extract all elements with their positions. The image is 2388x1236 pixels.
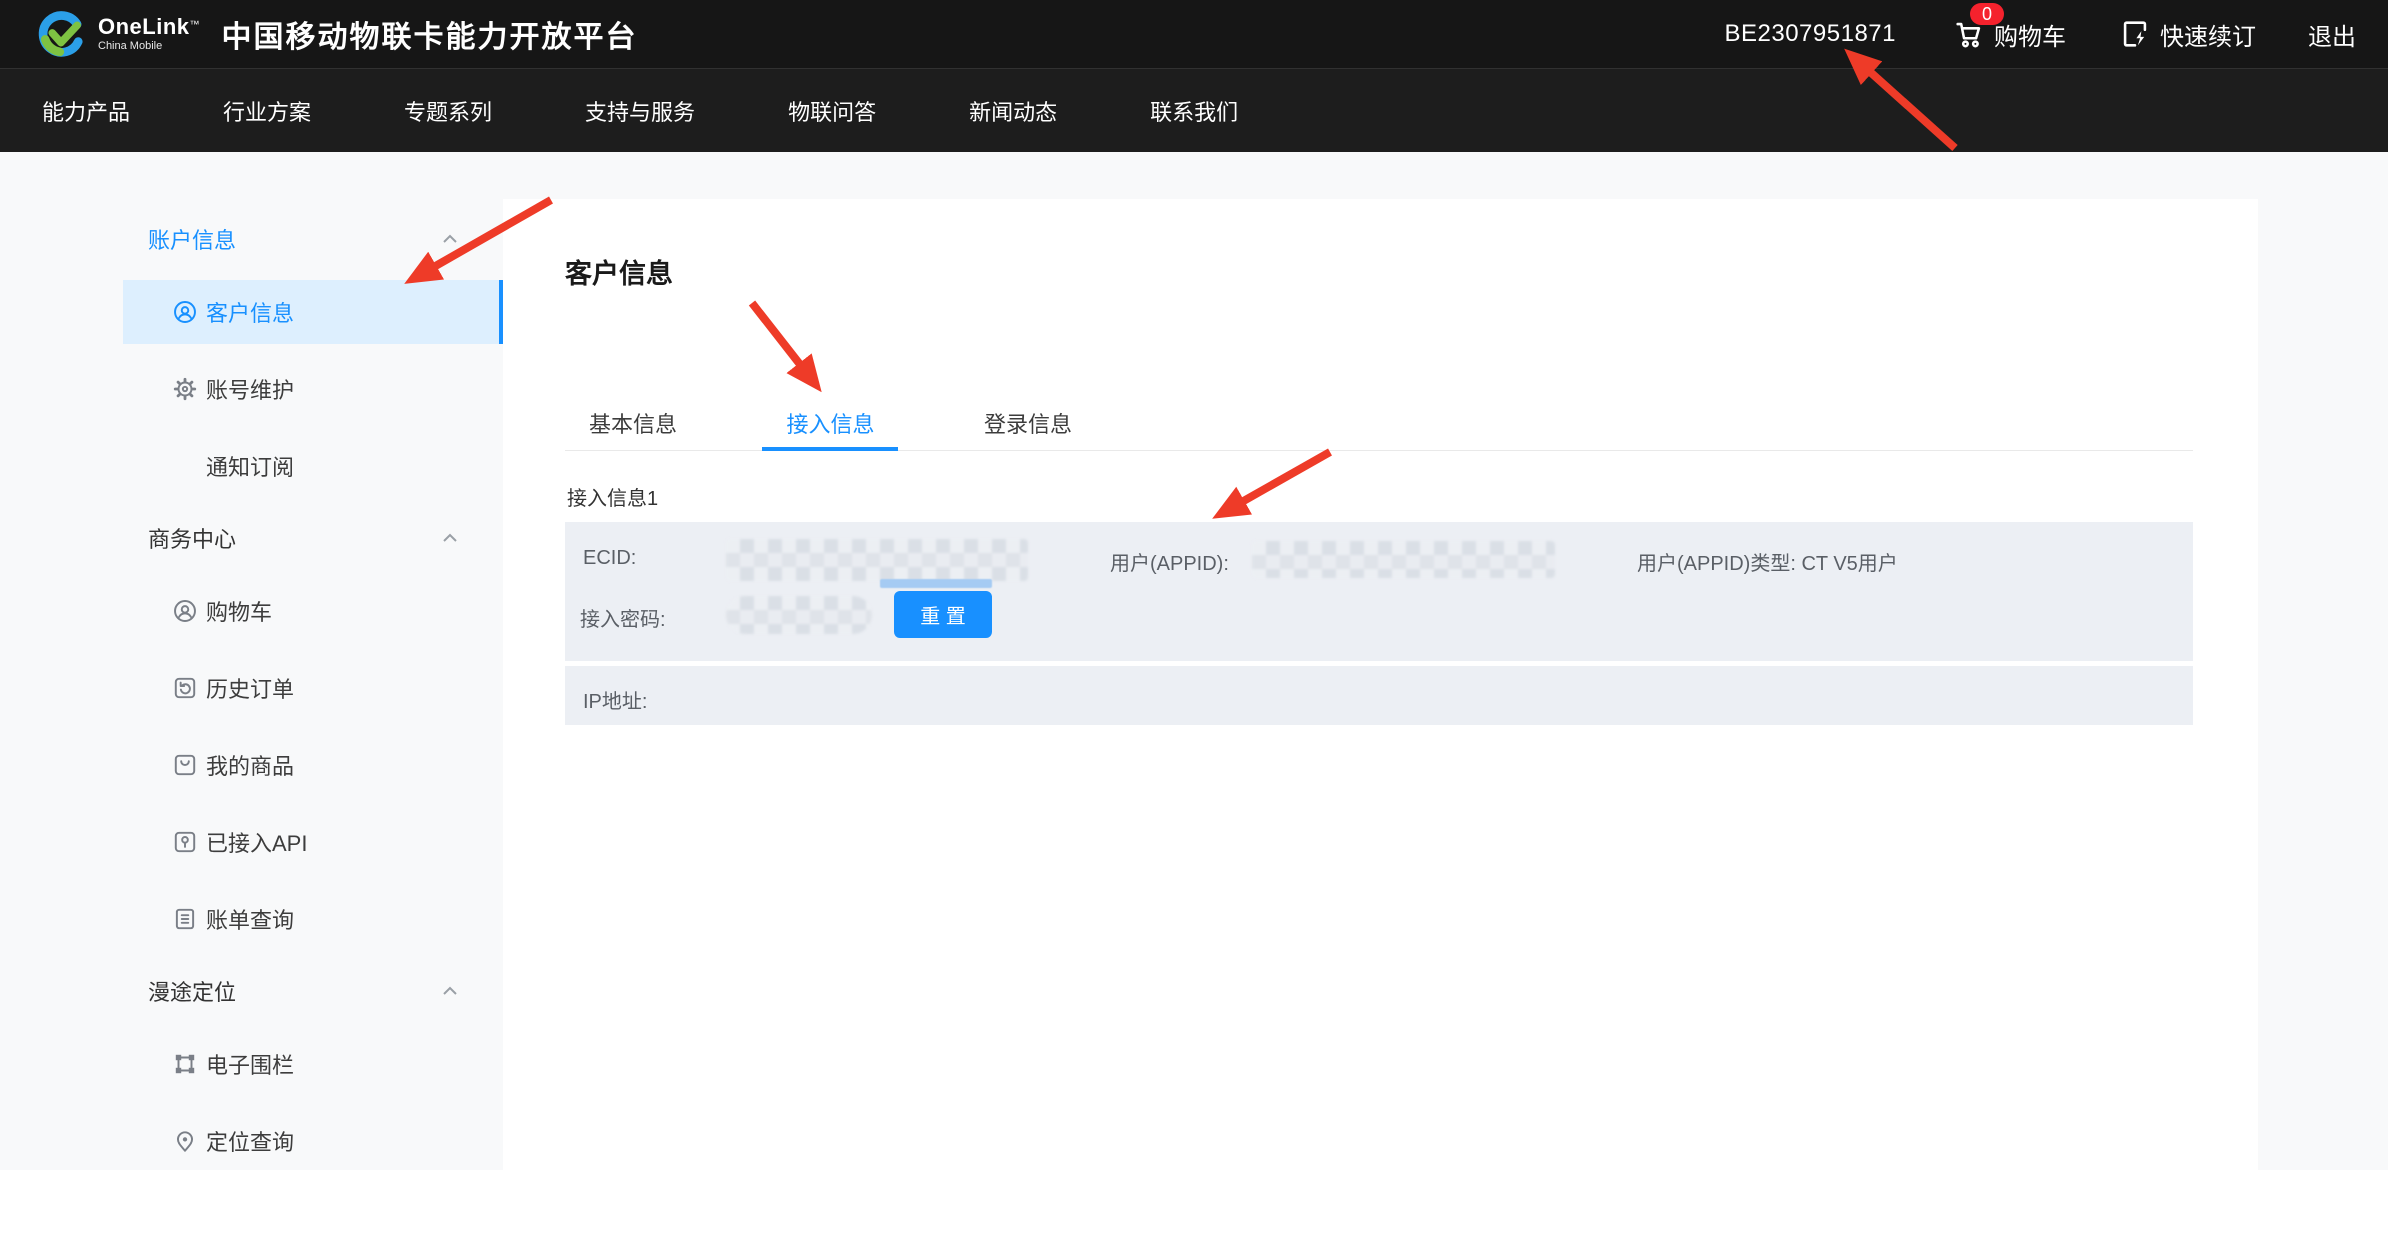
sidebar-item-shopping-cart[interactable]: 购物车: [123, 579, 500, 643]
api-key-icon: [172, 829, 198, 855]
fence-icon: [172, 1051, 198, 1077]
sidebar-item-connected-api[interactable]: 已接入API: [123, 810, 500, 874]
chevron-up-icon: [442, 986, 458, 996]
sidebar-group-account-info[interactable]: 账户信息: [123, 211, 500, 267]
chevron-up-icon: [442, 533, 458, 543]
password-value-masked: [726, 596, 872, 634]
sidebar-item-customer-info[interactable]: 客户信息: [123, 280, 500, 344]
sidebar-item-account-maintenance[interactable]: 账号维护: [123, 357, 500, 421]
ecid-label: ECID:: [583, 547, 636, 570]
history-icon: [172, 675, 198, 701]
bill-icon: [172, 906, 198, 932]
user-id[interactable]: BE2307951871: [1725, 20, 1897, 48]
cart-button[interactable]: 0 购物车: [1952, 17, 2066, 52]
user-at-circle-icon: [172, 598, 198, 624]
nav-item-topics[interactable]: 专题系列: [404, 95, 492, 127]
topbar: OneLink™ China Mobile 中国移动物联卡能力开放平台 BE23…: [0, 0, 2388, 68]
page-body: 账户信息 客户信息: [0, 152, 2388, 1170]
nav-item-contact[interactable]: 联系我们: [1150, 95, 1238, 127]
cart-count-badge: 0: [1970, 3, 2004, 25]
section-label-access-info-1: 接入信息1: [567, 482, 658, 511]
logo-brand: OneLink: [98, 14, 190, 39]
sidebar-item-order-history[interactable]: 历史订单: [123, 656, 500, 720]
access-password-label: 接入密码:: [580, 603, 666, 632]
location-pin-icon: [172, 1128, 198, 1154]
appid-value-masked: [1252, 541, 1555, 578]
logo-trademark: ™: [190, 20, 200, 31]
quick-renew-icon: [2118, 17, 2152, 51]
page-title: 客户信息: [565, 252, 673, 291]
content-card: 客户信息 基本信息 接入信息 登录信息 接入信息1 ECID: 用户(APPID…: [503, 199, 2258, 1170]
nav-item-news[interactable]: 新闻动态: [969, 95, 1057, 127]
ip-address-label: IP地址:: [583, 685, 647, 714]
tab-login-info[interactable]: 登录信息: [960, 403, 1096, 451]
nav-item-products[interactable]: 能力产品: [42, 95, 130, 127]
gear-icon: [172, 376, 198, 402]
reset-password-button[interactable]: 重 置: [894, 591, 992, 638]
logo-subtitle: China Mobile: [98, 41, 200, 52]
user-at-circle-icon: [172, 299, 198, 325]
tab-basic-info[interactable]: 基本信息: [565, 403, 701, 451]
ip-address-panel: IP地址:: [565, 666, 2193, 725]
appid-type-value: CT V5用户: [1801, 553, 1897, 575]
appid-label: 用户(APPID):: [1110, 547, 1229, 576]
sidebar-group-business-center[interactable]: 商务中心: [123, 510, 500, 566]
ecid-value-masked: [726, 539, 1028, 581]
onelink-logo[interactable]: OneLink™ China Mobile: [36, 8, 200, 60]
logout-button[interactable]: 退出: [2308, 17, 2356, 52]
masked-link-fragment: [880, 579, 992, 588]
tab-bar: 基本信息 接入信息 登录信息: [565, 403, 2193, 451]
quick-renew-label: 快速续订: [2160, 17, 2256, 52]
appid-type-label: 用户(APPID)类型: CT V5用户: [1637, 547, 1898, 576]
site-title: 中国移动物联卡能力开放平台: [222, 12, 638, 56]
sidebar-item-notification-subscribe[interactable]: 通知订阅: [123, 434, 500, 498]
sidebar-group-mantu-location[interactable]: 漫途定位: [123, 963, 500, 1019]
nav-item-industry[interactable]: 行业方案: [223, 95, 311, 127]
nav-item-support[interactable]: 支持与服务: [585, 95, 695, 127]
quick-renew-button[interactable]: 快速续订: [2118, 17, 2256, 52]
goods-icon: [172, 752, 198, 778]
cart-label: 购物车: [1994, 17, 2066, 52]
chevron-up-icon: [442, 234, 458, 244]
main-nav: 能力产品 行业方案 专题系列 支持与服务 物联问答 新闻动态 联系我们: [0, 68, 2388, 152]
sidebar: 账户信息 客户信息: [123, 152, 500, 1173]
tab-access-info[interactable]: 接入信息: [762, 403, 898, 451]
nav-item-qa[interactable]: 物联问答: [788, 95, 876, 127]
onelink-logo-icon: [36, 8, 88, 60]
sidebar-item-bill-inquiry[interactable]: 账单查询: [123, 887, 500, 951]
access-info-panel: ECID: 用户(APPID): 用户(APPID)类型: CT V5用户 接入…: [565, 522, 2193, 661]
sidebar-item-location-query[interactable]: 定位查询: [123, 1109, 500, 1173]
sidebar-item-my-goods[interactable]: 我的商品: [123, 733, 500, 797]
sidebar-item-geofence[interactable]: 电子围栏: [123, 1032, 500, 1096]
